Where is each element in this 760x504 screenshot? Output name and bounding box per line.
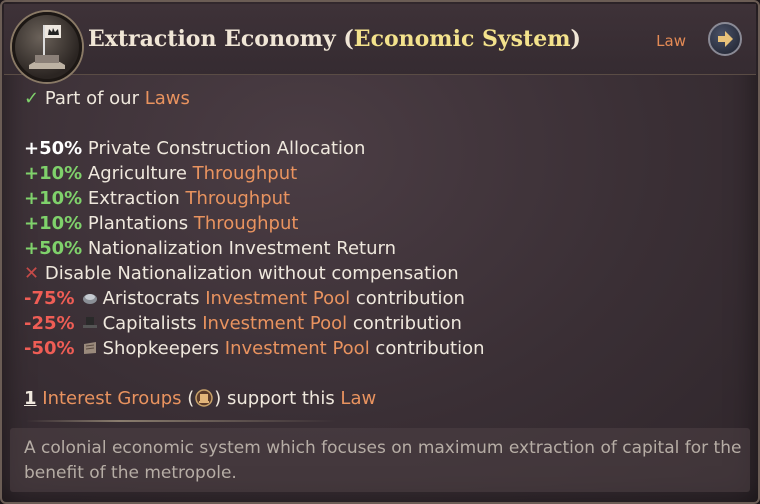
divider [26, 420, 336, 422]
law-tooltip: Extraction Economy (Economic System) Law… [0, 0, 760, 504]
modifier-row: +10% Extraction Throughput [24, 186, 485, 211]
modifier-suffix: contribution [347, 313, 462, 334]
cross-icon: ✕ [24, 263, 40, 284]
modifier-suffix: contribution [369, 338, 485, 359]
interest-group-icon[interactable] [194, 389, 214, 407]
support-text: ) support this [214, 388, 341, 409]
modifier-value: +50% [24, 138, 83, 159]
check-icon: ✓ [24, 88, 40, 109]
investment-pool-link[interactable]: Investment Pool [225, 338, 370, 359]
modifier-row-disabled: ✕ Disable Nationalization without compen… [24, 261, 485, 286]
description-box: A colonial economic system which focuses… [10, 428, 750, 492]
modifier-label: Plantations [87, 213, 194, 234]
law-link[interactable]: Law [340, 388, 376, 409]
modifier-value: +10% [24, 188, 83, 209]
modifier-row: -25% Capitalists Investment Pool contribu… [24, 311, 485, 336]
throughput-link[interactable]: Throughput [193, 163, 298, 184]
modifier-label: Extraction [87, 188, 186, 209]
modifier-row: +10% Plantations Throughput [24, 211, 485, 236]
pop-type-label: Shopkeepers [102, 338, 220, 359]
crown-flag-emblem-icon [12, 12, 82, 82]
support-paren-open: ( [181, 388, 195, 409]
pop-type-label: Aristocrats [102, 288, 200, 309]
modifier-row: -75% Aristocrats Investment Pool contribu… [24, 286, 485, 311]
modifier-row: +50% Private Construction Allocation [24, 136, 485, 161]
modifier-row: +50% Nationalization Investment Return [24, 236, 485, 261]
modifier-value: +50% [24, 238, 83, 259]
modifier-suffix: contribution [350, 288, 465, 309]
modifier-value: -50% [24, 338, 75, 359]
throughput-link[interactable]: Throughput [186, 188, 291, 209]
support-row: 1 Interest Groups ( ) support this Law [24, 386, 485, 411]
support-count[interactable]: 1 [24, 388, 37, 409]
law-title: Extraction Economy (Economic System) [88, 26, 581, 52]
modifier-label: Agriculture [87, 163, 193, 184]
throughput-link[interactable]: Throughput [194, 213, 299, 234]
capitalists-icon [81, 312, 99, 328]
part-of-label: Part of our [44, 88, 145, 109]
modifier-value: +10% [24, 213, 83, 234]
pop-type-label: Capitalists [102, 313, 197, 334]
modifier-row: +10% Agriculture Throughput [24, 161, 485, 186]
tooltip-header: Extraction Economy (Economic System) Law [4, 4, 756, 82]
investment-pool-link[interactable]: Investment Pool [205, 288, 350, 309]
shopkeepers-icon [81, 337, 99, 354]
law-category: Economic System [353, 26, 571, 52]
modifier-value: +10% [24, 163, 83, 184]
title-paren-open: ( [335, 26, 354, 52]
law-description: A colonial economic system which focuses… [24, 438, 742, 483]
part-of-laws-row: ✓ Part of our Laws [24, 86, 485, 111]
laws-link[interactable]: Laws [145, 88, 190, 109]
modifier-value: -25% [24, 313, 75, 334]
tooltip-body: ✓ Part of our Laws +50% Private Construc… [24, 86, 485, 411]
arrow-right-icon[interactable] [708, 22, 742, 56]
title-paren-close: ) [570, 26, 581, 52]
interest-groups-link[interactable]: Interest Groups [42, 388, 181, 409]
aristocrats-icon [81, 287, 99, 304]
modifier-value: -75% [24, 288, 75, 309]
modifier-label: Private Construction Allocation [87, 138, 366, 159]
law-type-link[interactable]: Law [656, 32, 686, 50]
law-name: Extraction Economy [88, 26, 336, 52]
modifier-row: -50% Shopkeepers Investment Pool contribu… [24, 336, 485, 361]
modifier-label: Nationalization Investment Return [87, 238, 396, 259]
investment-pool-link[interactable]: Investment Pool [202, 313, 347, 334]
modifier-label: Disable Nationalization without compensa… [44, 263, 459, 284]
